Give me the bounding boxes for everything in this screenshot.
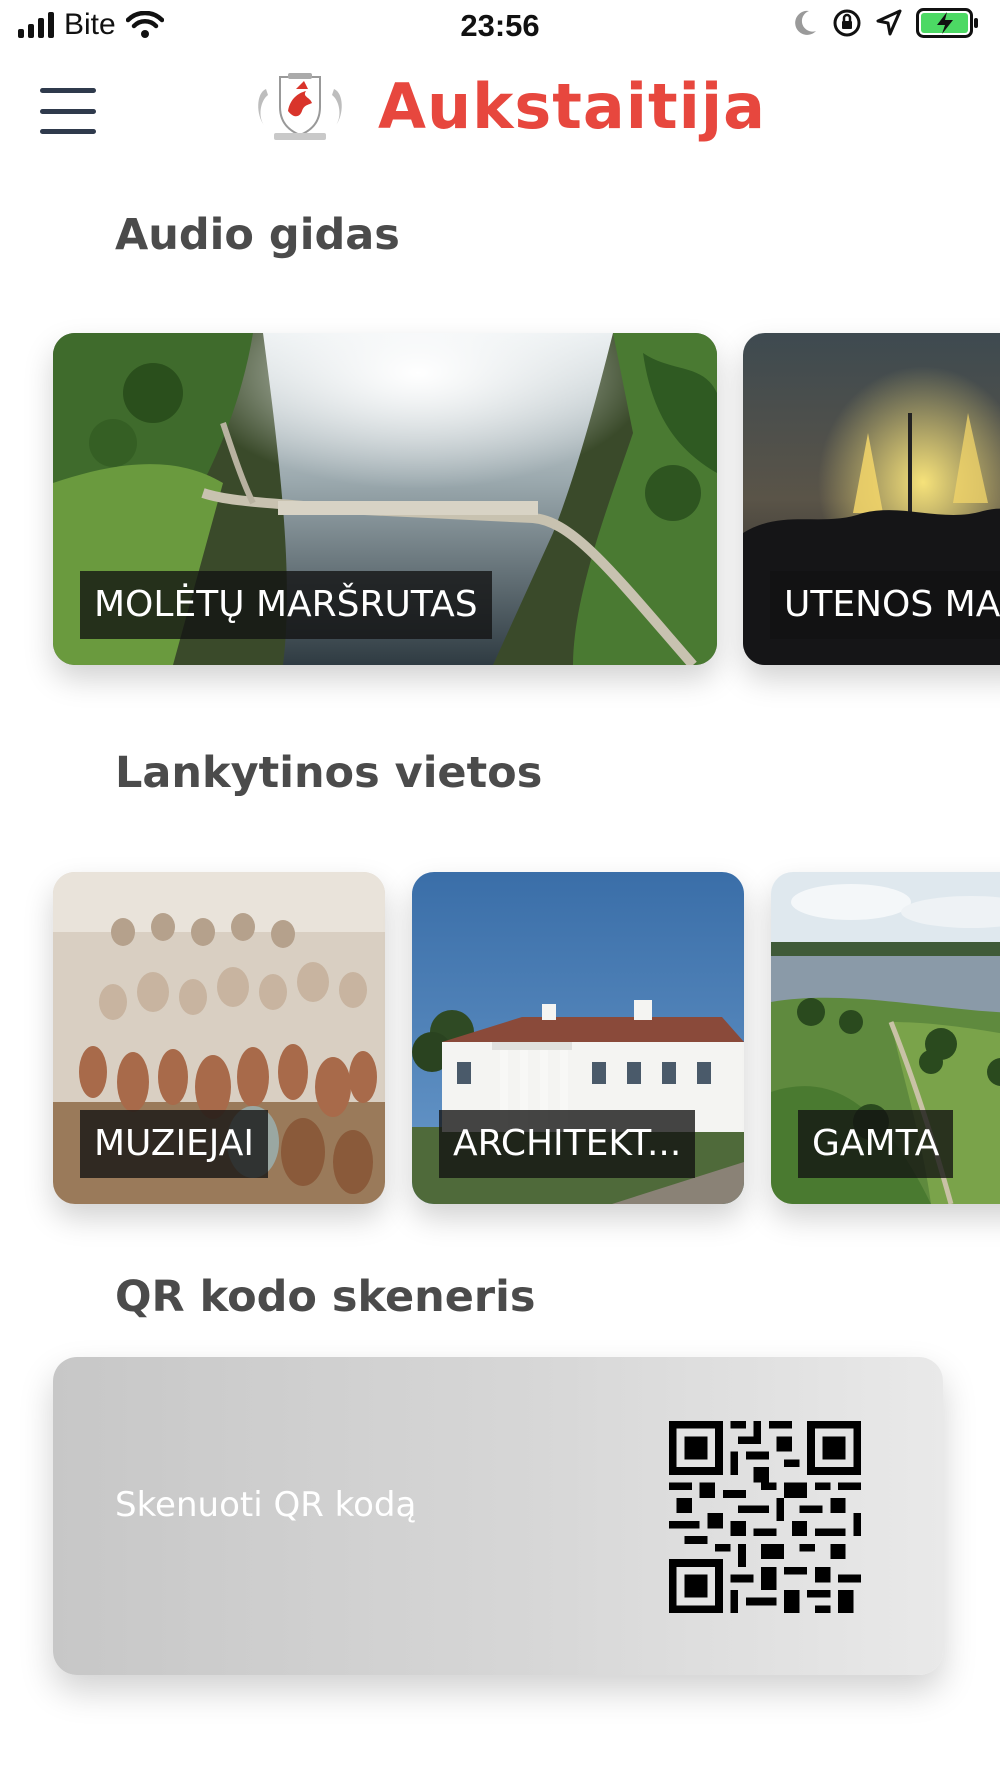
status-right [792, 8, 980, 38]
brand: Aukstaitija [252, 70, 766, 143]
battery-charging-icon [916, 8, 978, 38]
status-bar: Bite 23:56 [0, 0, 1000, 56]
audio-card-utena[interactable]: UTENOS MA [743, 333, 1000, 665]
app-header: Aukstaitija [0, 60, 1000, 160]
app-screen: Bite 23:56 Aukstaitija Audio gidas MOLĖT… [0, 0, 1000, 1778]
qr-code-icon [669, 1421, 861, 1613]
card-label: MOLĖTŲ MARŠRUTAS [80, 571, 492, 639]
orientation-lock-icon [833, 9, 861, 37]
places-card-architecture[interactable]: ARCHITEKT... [412, 872, 744, 1204]
app-title: Aukstaitija [378, 70, 766, 143]
places-card-museums[interactable]: MUZIEJAI [53, 872, 385, 1204]
moon-icon [795, 10, 816, 35]
coat-of-arms-logo [258, 72, 342, 140]
card-label: GAMTA [798, 1110, 954, 1178]
audio-card-moletai[interactable]: MOLĖTŲ MARŠRUTAS [53, 333, 717, 665]
section-title-places: Lankytinos vietos [115, 748, 543, 798]
card-label: MUZIEJAI [80, 1110, 269, 1178]
card-label: UTENOS MA [770, 571, 1000, 639]
section-title-audio: Audio gidas [115, 210, 400, 260]
section-title-qr: QR kodo skeneris [115, 1272, 536, 1322]
places-card-nature[interactable]: GAMTA [771, 872, 1000, 1204]
qr-scan-label: Skenuoti QR kodą [115, 1485, 417, 1525]
card-label: ARCHITEKT... [439, 1110, 696, 1178]
hamburger-menu-icon[interactable] [40, 88, 96, 134]
qr-scan-button[interactable]: Skenuoti QR kodą [53, 1357, 943, 1675]
location-arrow-icon [876, 9, 902, 36]
